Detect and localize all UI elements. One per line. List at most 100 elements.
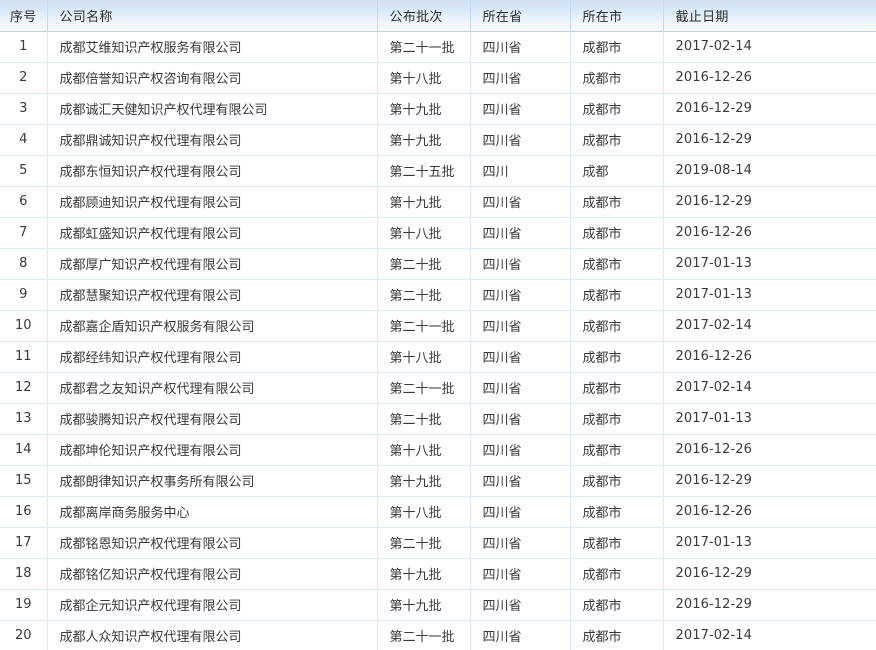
cell-city: 成都市	[570, 372, 664, 404]
cell-batch: 第十九批	[377, 186, 471, 218]
cell-company: 成都鼎诚知识产权代理有限公司	[47, 124, 378, 156]
cell-batch: 第二十一批	[377, 31, 471, 63]
cell-company: 成都厚广知识产权代理有限公司	[47, 248, 378, 280]
table-row[interactable]: 8 成都厚广知识产权代理有限公司 第二十批 四川省 成都市 2017-01-13	[0, 248, 876, 280]
table-row[interactable]: 16 成都离岸商务服务中心 第十八批 四川省 成都市 2016-12-26	[0, 496, 876, 528]
cell-seq: 4	[0, 124, 48, 156]
column-header-batch[interactable]: 公布批次	[377, 0, 471, 32]
table-row[interactable]: 5 成都东恒知识产权代理有限公司 第二十五批 四川 成都 2019-08-14	[0, 155, 876, 187]
table-row[interactable]: 14 成都坤伦知识产权代理有限公司 第十八批 四川省 成都市 2016-12-26	[0, 434, 876, 466]
cell-batch: 第十九批	[377, 589, 471, 621]
cell-company: 成都东恒知识产权代理有限公司	[47, 155, 378, 187]
cell-deadline: 2016-12-29	[663, 124, 876, 156]
cell-city: 成都市	[570, 496, 664, 528]
column-header-province[interactable]: 所在省	[470, 0, 571, 32]
cell-deadline: 2016-12-26	[663, 217, 876, 249]
cell-deadline: 2016-12-26	[663, 62, 876, 94]
cell-province: 四川省	[470, 31, 571, 63]
table-row[interactable]: 13 成都骏腾知识产权代理有限公司 第二十批 四川省 成都市 2017-01-13	[0, 403, 876, 435]
cell-company: 成都嘉企盾知识产权服务有限公司	[47, 310, 378, 342]
table-row[interactable]: 10 成都嘉企盾知识产权服务有限公司 第二十一批 四川省 成都市 2017-02-14	[0, 310, 876, 342]
cell-deadline: 2016-12-29	[663, 589, 876, 621]
cell-seq: 8	[0, 248, 48, 280]
cell-province: 四川省	[470, 558, 571, 590]
cell-seq: 16	[0, 496, 48, 528]
cell-batch: 第二十一批	[377, 620, 471, 650]
cell-deadline: 2019-08-14	[663, 155, 876, 187]
cell-company: 成都顾迪知识产权代理有限公司	[47, 186, 378, 218]
cell-seq: 10	[0, 310, 48, 342]
cell-city: 成都市	[570, 589, 664, 621]
cell-batch: 第十九批	[377, 124, 471, 156]
cell-batch: 第二十一批	[377, 310, 471, 342]
cell-province: 四川省	[470, 341, 571, 373]
cell-province: 四川省	[470, 310, 571, 342]
cell-batch: 第十八批	[377, 217, 471, 249]
cell-deadline: 2017-01-13	[663, 403, 876, 435]
cell-seq: 12	[0, 372, 48, 404]
cell-batch: 第二十批	[377, 248, 471, 280]
cell-company: 成都离岸商务服务中心	[47, 496, 378, 528]
column-header-deadline[interactable]: 截止日期	[663, 0, 876, 32]
table-row[interactable]: 12 成都君之友知识产权代理有限公司 第二十一批 四川省 成都市 2017-02-14	[0, 372, 876, 404]
cell-province: 四川	[470, 155, 571, 187]
cell-company: 成都诚汇天健知识产权代理有限公司	[47, 93, 378, 125]
cell-batch: 第十八批	[377, 62, 471, 94]
cell-province: 四川省	[470, 589, 571, 621]
cell-company: 成都慧聚知识产权代理有限公司	[47, 279, 378, 311]
cell-province: 四川省	[470, 372, 571, 404]
cell-city: 成都市	[570, 310, 664, 342]
cell-city: 成都市	[570, 248, 664, 280]
cell-batch: 第十九批	[377, 465, 471, 497]
table-row[interactable]: 11 成都经纬知识产权代理有限公司 第十八批 四川省 成都市 2016-12-26	[0, 341, 876, 373]
cell-province: 四川省	[470, 496, 571, 528]
cell-city: 成都市	[570, 434, 664, 466]
cell-seq: 1	[0, 31, 48, 63]
cell-company: 成都人众知识产权代理有限公司	[47, 620, 378, 650]
agency-list-table-container: 序号 公司名称 公布批次 所在省 所在市 截止日期 1 成都艾维知识产权服务有限公…	[0, 0, 876, 650]
cell-seq: 5	[0, 155, 48, 187]
cell-city: 成都市	[570, 93, 664, 125]
table-row[interactable]: 1 成都艾维知识产权服务有限公司 第二十一批 四川省 成都市 2017-02-14	[0, 31, 876, 63]
table-row[interactable]: 17 成都铭恩知识产权代理有限公司 第二十批 四川省 成都市 2017-01-13	[0, 527, 876, 559]
column-header-seq[interactable]: 序号	[0, 0, 48, 32]
table-row[interactable]: 6 成都顾迪知识产权代理有限公司 第十九批 四川省 成都市 2016-12-29	[0, 186, 876, 218]
cell-deadline: 2016-12-26	[663, 434, 876, 466]
cell-deadline: 2016-12-29	[663, 465, 876, 497]
table-row[interactable]: 15 成都朗律知识产权事务所有限公司 第十九批 四川省 成都市 2016-12-29	[0, 465, 876, 497]
cell-city: 成都市	[570, 31, 664, 63]
cell-province: 四川省	[470, 279, 571, 311]
cell-seq: 2	[0, 62, 48, 94]
cell-city: 成都市	[570, 558, 664, 590]
column-header-city[interactable]: 所在市	[570, 0, 664, 32]
cell-deadline: 2017-02-14	[663, 31, 876, 63]
cell-company: 成都骏腾知识产权代理有限公司	[47, 403, 378, 435]
table-row[interactable]: 9 成都慧聚知识产权代理有限公司 第二十批 四川省 成都市 2017-01-13	[0, 279, 876, 311]
table-row[interactable]: 18 成都铭亿知识产权代理有限公司 第十九批 四川省 成都市 2016-12-29	[0, 558, 876, 590]
cell-company: 成都艾维知识产权服务有限公司	[47, 31, 378, 63]
cell-batch: 第二十五批	[377, 155, 471, 187]
cell-batch: 第十八批	[377, 434, 471, 466]
column-header-company[interactable]: 公司名称	[47, 0, 378, 32]
cell-deadline: 2017-01-13	[663, 279, 876, 311]
table-row[interactable]: 7 成都虹盛知识产权代理有限公司 第十八批 四川省 成都市 2016-12-26	[0, 217, 876, 249]
cell-seq: 14	[0, 434, 48, 466]
table-header: 序号 公司名称 公布批次 所在省 所在市 截止日期	[0, 0, 876, 32]
table-row[interactable]: 20 成都人众知识产权代理有限公司 第二十一批 四川省 成都市 2017-02-14	[0, 620, 876, 650]
cell-batch: 第二十批	[377, 527, 471, 559]
cell-deadline: 2016-12-29	[663, 186, 876, 218]
table-row[interactable]: 19 成都企元知识产权代理有限公司 第十九批 四川省 成都市 2016-12-29	[0, 589, 876, 621]
cell-deadline: 2017-02-14	[663, 310, 876, 342]
cell-seq: 3	[0, 93, 48, 125]
table-row[interactable]: 3 成都诚汇天健知识产权代理有限公司 第十九批 四川省 成都市 2016-12-29	[0, 93, 876, 125]
cell-province: 四川省	[470, 248, 571, 280]
cell-province: 四川省	[470, 217, 571, 249]
cell-seq: 15	[0, 465, 48, 497]
cell-batch: 第十八批	[377, 496, 471, 528]
cell-province: 四川省	[470, 62, 571, 94]
table-row[interactable]: 2 成都倍誉知识产权咨询有限公司 第十八批 四川省 成都市 2016-12-26	[0, 62, 876, 94]
cell-city: 成都市	[570, 620, 664, 650]
table-row[interactable]: 4 成都鼎诚知识产权代理有限公司 第十九批 四川省 成都市 2016-12-29	[0, 124, 876, 156]
cell-company: 成都倍誉知识产权咨询有限公司	[47, 62, 378, 94]
cell-city: 成都市	[570, 186, 664, 218]
